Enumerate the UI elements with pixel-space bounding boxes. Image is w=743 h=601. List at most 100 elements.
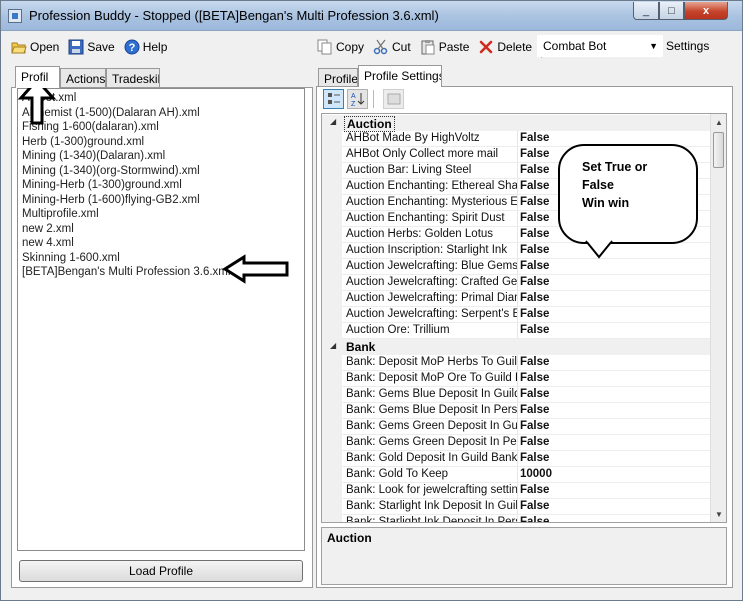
delete-button[interactable]: Delete <box>478 39 532 55</box>
alphabetical-sort-button[interactable]: AZ <box>347 89 368 109</box>
property-row[interactable]: Bank: Starlight Ink Deposit In Perso Fals… <box>322 515 711 522</box>
property-row[interactable]: Auction Jewelcrafting: Blue Gems False <box>322 259 711 275</box>
property-pages-button[interactable] <box>383 89 404 109</box>
open-button[interactable]: Open <box>11 39 59 55</box>
column-divider[interactable] <box>517 467 518 483</box>
file-list-item[interactable]: Mining (1-340)(Dalaran).xml <box>22 149 304 164</box>
column-divider[interactable] <box>517 371 518 387</box>
column-divider[interactable] <box>517 419 518 435</box>
file-list-item[interactable]: AHBot.xml <box>22 91 304 106</box>
column-divider[interactable] <box>517 435 518 451</box>
property-value[interactable]: False <box>520 292 549 304</box>
category-bank[interactable]: ◢ Bank <box>322 339 711 355</box>
property-value[interactable]: False <box>520 132 549 144</box>
property-row[interactable]: Bank: Gold To Keep 10000 <box>322 467 711 483</box>
property-row[interactable]: Bank: Deposit MoP Herbs To Guild False <box>322 355 711 371</box>
file-list-item[interactable]: Alchemist (1-500)(Dalaran AH).xml <box>22 106 304 121</box>
column-divider[interactable] <box>517 211 518 227</box>
category-auction[interactable]: ◢ Auction <box>322 115 711 132</box>
column-divider[interactable] <box>517 499 518 515</box>
property-value[interactable]: False <box>520 324 549 336</box>
column-divider[interactable] <box>517 403 518 419</box>
property-grid-scrollbar[interactable]: ▲ ▼ <box>710 114 726 522</box>
property-row[interactable]: Bank: Gems Green Deposit In Guild False <box>322 419 711 435</box>
property-row[interactable]: Bank: Gold Deposit In Guild Bank False <box>322 451 711 467</box>
file-list-item[interactable]: Mining-Herb (1-300)ground.xml <box>22 178 304 193</box>
column-divider[interactable] <box>517 451 518 467</box>
title-bar[interactable]: Profession Buddy - Stopped ([BETA]Bengan… <box>1 1 742 31</box>
column-divider[interactable] <box>517 387 518 403</box>
property-value[interactable]: 10000 <box>520 468 552 480</box>
column-divider[interactable] <box>517 163 518 179</box>
column-divider[interactable] <box>517 179 518 195</box>
minimize-button[interactable]: _ <box>633 2 659 20</box>
file-list-item[interactable]: new 4.xml <box>22 236 304 251</box>
column-divider[interactable] <box>517 195 518 211</box>
property-row[interactable]: Auction Jewelcrafting: Crafted Gems False <box>322 275 711 291</box>
property-value[interactable]: False <box>520 372 549 384</box>
property-value[interactable]: False <box>520 164 549 176</box>
close-button[interactable]: x <box>684 2 728 20</box>
property-row[interactable]: Bank: Gems Blue Deposit In Guild B False <box>322 387 711 403</box>
property-row[interactable]: Auction Jewelcrafting: Primal Diamo False <box>322 291 711 307</box>
paste-button[interactable]: Paste <box>420 39 469 55</box>
property-row[interactable]: Auction Jewelcrafting: Serpent's Eye Fals… <box>322 307 711 323</box>
tab-tradeskill[interactable]: Tradeskill <box>106 68 160 88</box>
copy-button[interactable]: Copy <box>317 39 364 55</box>
column-divider[interactable] <box>517 323 518 339</box>
column-divider[interactable] <box>517 483 518 499</box>
column-divider[interactable] <box>517 259 518 275</box>
tab-right-profile[interactable]: Profile <box>318 68 358 88</box>
property-row[interactable]: Bank: Gems Blue Deposit In Person False <box>322 403 711 419</box>
tab-actions[interactable]: Actions <box>60 68 106 88</box>
scroll-thumb[interactable] <box>713 132 724 168</box>
scroll-down-icon[interactable]: ▼ <box>711 506 726 522</box>
tab-profile-settings[interactable]: Profile Settings <box>358 65 442 87</box>
property-row[interactable]: Auction Ore: Trillium False <box>322 323 711 339</box>
column-divider[interactable] <box>517 275 518 291</box>
collapse-triangle-icon[interactable]: ◢ <box>330 341 336 350</box>
file-list-item[interactable]: [BETA]Bengan's Multi Profession 3.6.xml <box>22 265 304 280</box>
property-value[interactable]: False <box>520 260 549 272</box>
property-value[interactable]: False <box>520 148 549 160</box>
property-row[interactable]: Auction Inscription: Starlight Ink False <box>322 243 711 259</box>
property-value[interactable]: False <box>520 500 549 512</box>
column-divider[interactable] <box>517 147 518 163</box>
maximize-button[interactable]: □ <box>659 2 684 20</box>
file-list-item[interactable]: Fishing 1-600(dalaran).xml <box>22 120 304 135</box>
bot-selector-dropdown[interactable]: Combat Bot ▼ <box>537 35 663 57</box>
property-value[interactable]: False <box>520 228 549 240</box>
file-list-item[interactable]: Skinning 1-600.xml <box>22 251 304 266</box>
column-divider[interactable] <box>517 307 518 323</box>
tab-profile[interactable]: Profil <box>15 66 60 88</box>
collapse-triangle-icon[interactable]: ◢ <box>330 117 336 126</box>
property-row[interactable]: Bank: Deposit MoP Ore To Guild Ba False <box>322 371 711 387</box>
property-row[interactable]: Bank: Gems Green Deposit In Perso False <box>322 435 711 451</box>
property-value[interactable]: False <box>520 516 549 522</box>
property-value[interactable]: False <box>520 404 549 416</box>
categorized-view-button[interactable] <box>323 89 344 109</box>
property-value[interactable]: False <box>520 356 549 368</box>
profile-file-list[interactable]: AHBot.xml Alchemist (1-500)(Dalaran AH).x… <box>17 88 305 551</box>
cut-button[interactable]: Cut <box>373 39 411 55</box>
property-value[interactable]: False <box>520 276 549 288</box>
file-list-item[interactable]: Mining (1-340)(org-Stormwind).xml <box>22 164 304 179</box>
column-divider[interactable] <box>517 515 518 522</box>
property-value[interactable]: False <box>520 180 549 192</box>
property-row[interactable]: Bank: Look for jewelcrafting setting. Fal… <box>322 483 711 499</box>
property-value[interactable]: False <box>520 212 549 224</box>
save-button[interactable]: Save <box>68 39 115 55</box>
help-button[interactable]: ? Help <box>124 39 167 55</box>
property-value[interactable]: False <box>520 452 549 464</box>
column-divider[interactable] <box>517 291 518 307</box>
property-value[interactable]: False <box>520 388 549 400</box>
column-divider[interactable] <box>517 243 518 259</box>
scroll-up-icon[interactable]: ▲ <box>711 114 726 130</box>
settings-button[interactable]: Settings <box>666 39 709 53</box>
property-value[interactable]: False <box>520 308 549 320</box>
property-row[interactable]: Bank: Starlight Ink Deposit In Guild Fals… <box>322 499 711 515</box>
property-value[interactable]: False <box>520 484 549 496</box>
file-list-item[interactable]: new 2.xml <box>22 222 304 237</box>
property-value[interactable]: False <box>520 244 549 256</box>
file-list-item[interactable]: Multiprofile.xml <box>22 207 304 222</box>
